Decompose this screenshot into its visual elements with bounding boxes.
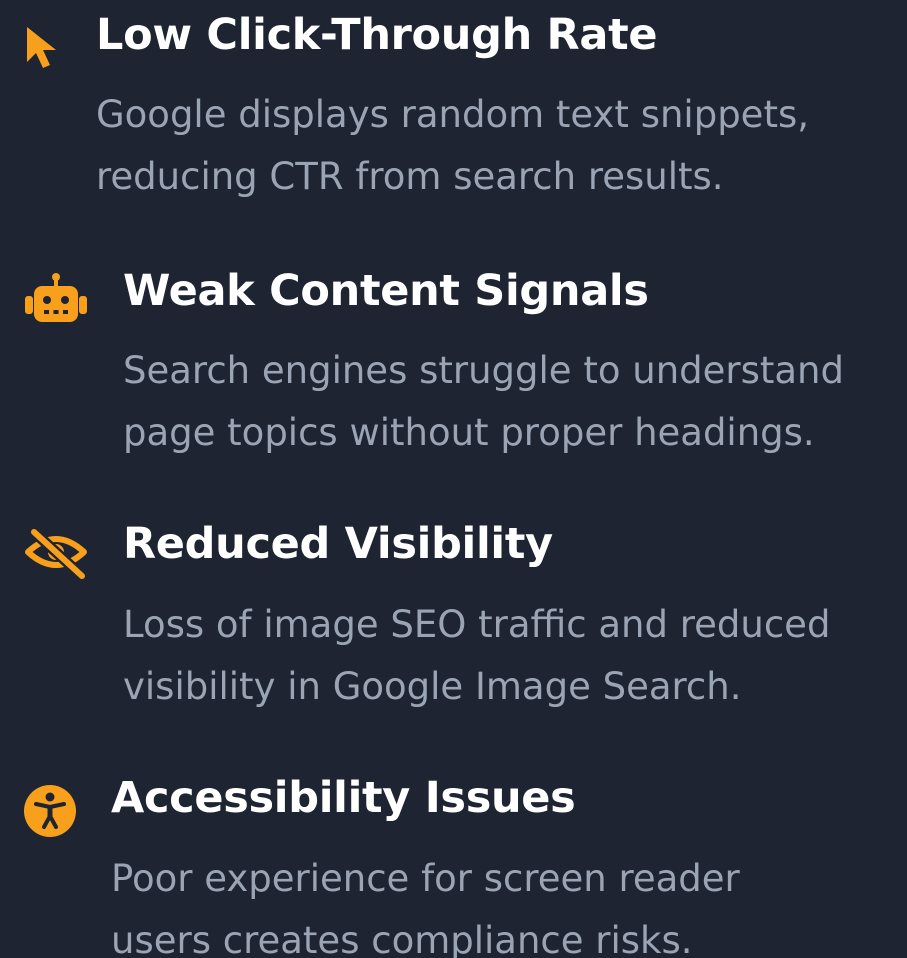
eye-slash-icon — [22, 524, 90, 582]
issue-title: Reduced Visibility — [123, 519, 553, 569]
issue-description: Search engines struggle to understand pa… — [123, 349, 844, 454]
cursor-arrow-icon — [22, 24, 62, 72]
issue-description: Poor experience for screen reader users … — [111, 857, 740, 958]
issue-title: Accessibility Issues — [111, 773, 576, 823]
issue-description: Loss of image SEO traffic and reduced vi… — [123, 603, 831, 708]
issue-title: Low Click-Through Rate — [96, 10, 658, 60]
accessibility-icon — [22, 783, 78, 839]
robot-icon — [22, 272, 90, 328]
issue-title: Weak Content Signals — [123, 266, 649, 316]
issue-description: Google displays random text snippets, re… — [96, 93, 809, 198]
